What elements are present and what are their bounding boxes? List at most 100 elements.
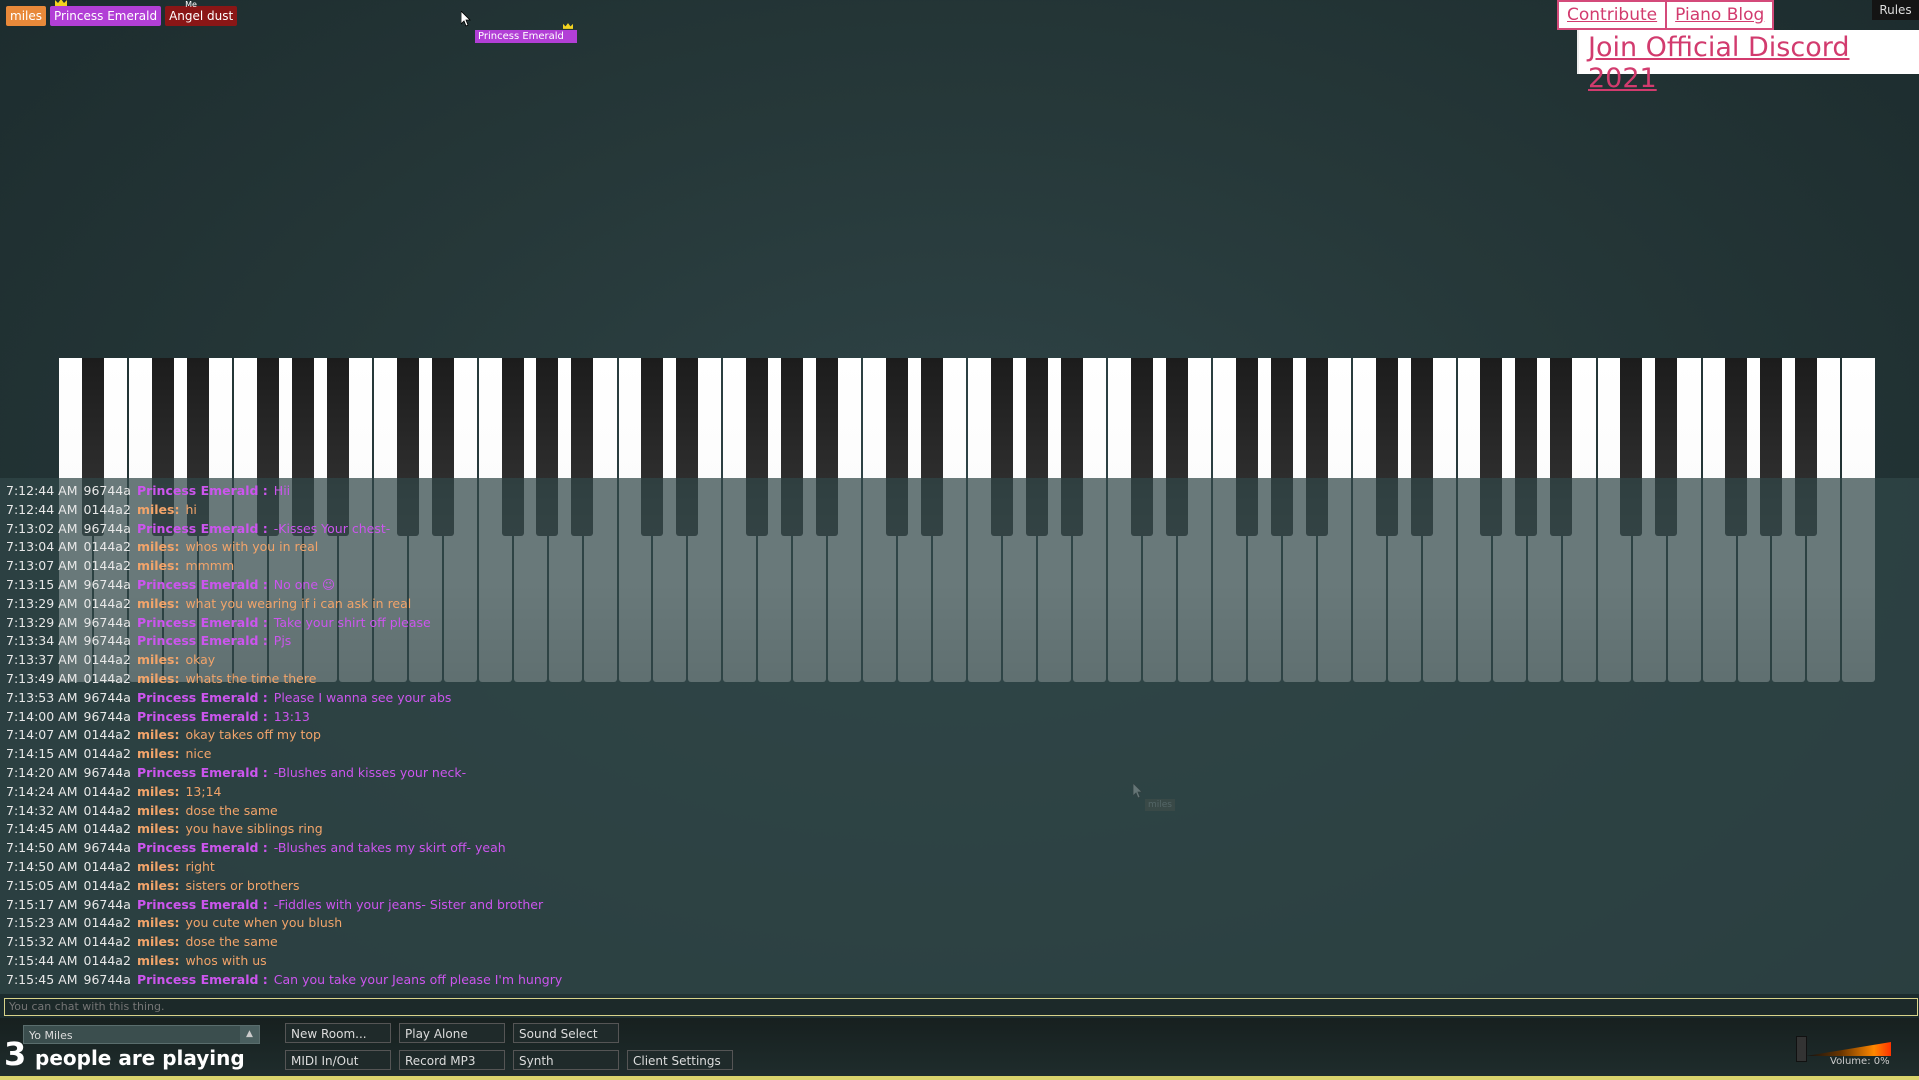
chat-message: 7:15:45 AM 96744a Princess Emerald : Can yo…	[6, 971, 562, 990]
client-settings-button[interactable]: Client Settings	[627, 1050, 733, 1070]
message-time: 7:14:24 AM	[6, 783, 78, 799]
message-time: 7:13:53 AM	[6, 689, 78, 705]
message-nick[interactable]: Princess Emerald :	[137, 521, 268, 536]
message-nick[interactable]: Princess Emerald :	[137, 709, 268, 724]
chat-message: 7:12:44 AM 96744a Princess Emerald : Hii	[6, 482, 562, 501]
piano-blog-link[interactable]: Piano Blog	[1667, 0, 1775, 30]
chevron-up-icon[interactable]: ▲	[240, 1026, 259, 1043]
message-time: 7:14:20 AM	[6, 764, 78, 780]
message-nick[interactable]: Princess Emerald :	[137, 840, 268, 855]
message-user-id: 0144a2	[83, 595, 131, 611]
message-time: 7:12:44 AM	[6, 501, 78, 517]
message-text: sisters or brothers	[185, 877, 300, 893]
message-text: No one 😉	[273, 576, 336, 592]
message-text: hi	[185, 501, 197, 517]
message-nick[interactable]: miles:	[137, 821, 180, 836]
message-text: -Blushes and takes my skirt off- yeah	[273, 840, 506, 856]
chat-message: 7:13:29 AM 0144a2 miles: what you wearing i…	[6, 595, 562, 614]
message-nick[interactable]: miles:	[137, 502, 180, 517]
message-user-id: 0144a2	[83, 783, 131, 799]
message-time: 7:13:37 AM	[6, 652, 78, 668]
message-user-id: 96744a	[83, 633, 131, 649]
message-time: 7:13:49 AM	[6, 670, 78, 686]
rules-button[interactable]: Rules	[1872, 0, 1919, 20]
message-user-id: 0144a2	[83, 858, 131, 874]
discord-link[interactable]: Join Official Discord 2021	[1579, 30, 1919, 94]
room-select[interactable]: Yo Miles ▲	[23, 1025, 260, 1044]
message-text: 13;14	[185, 783, 222, 799]
message-nick[interactable]: Princess Emerald :	[137, 897, 268, 912]
message-nick[interactable]: miles:	[137, 558, 180, 573]
user-tag[interactable]: Princess Emerald	[50, 0, 162, 26]
message-nick[interactable]: miles:	[137, 859, 180, 874]
message-nick[interactable]: Princess Emerald :	[137, 765, 268, 780]
new-room-button[interactable]: New Room...	[285, 1023, 391, 1043]
message-nick[interactable]: miles:	[137, 934, 180, 949]
chat-message: 7:14:45 AM 0144a2 miles: you have siblings …	[6, 820, 562, 839]
message-nick[interactable]: miles:	[137, 915, 180, 930]
user-tag[interactable]: Angel dust Me	[165, 0, 238, 26]
message-text: dose the same	[185, 802, 278, 818]
user-overlay-text: Me	[185, 0, 197, 9]
message-text: you cute when you blush	[185, 915, 343, 931]
message-nick[interactable]: miles:	[137, 953, 180, 968]
message-nick[interactable]: miles:	[137, 727, 180, 742]
message-nick[interactable]: miles:	[137, 539, 180, 554]
message-nick[interactable]: miles:	[137, 784, 180, 799]
message-user-id: 96744a	[83, 576, 131, 592]
play-alone-button[interactable]: Play Alone	[399, 1023, 505, 1043]
message-nick[interactable]: miles:	[137, 671, 180, 686]
message-user-id: 96744a	[83, 708, 131, 724]
volume-knob[interactable]	[1796, 1036, 1807, 1062]
message-time: 7:15:23 AM	[6, 915, 78, 931]
volume-slider[interactable]	[1796, 1036, 1891, 1062]
message-nick[interactable]: Princess Emerald :	[137, 615, 268, 630]
crown-icon	[563, 23, 573, 29]
message-time: 7:14:07 AM	[6, 727, 78, 743]
chat-message: 7:13:15 AM 96744a Princess Emerald : No one…	[6, 576, 562, 595]
mouse-cursor-icon	[461, 11, 471, 27]
record-mp3-button[interactable]: Record MP3	[399, 1050, 505, 1070]
user-name: Angel dust	[169, 9, 234, 23]
discord-banner[interactable]: Join Official Discord 2021	[1577, 30, 1919, 94]
message-nick[interactable]: miles:	[137, 652, 180, 667]
message-text: you have siblings ring	[185, 821, 323, 837]
message-nick[interactable]: miles:	[137, 596, 180, 611]
chat-input[interactable]	[4, 998, 1918, 1016]
message-nick[interactable]: Princess Emerald :	[137, 690, 268, 705]
message-text: what you wearing if i can ask in real	[185, 595, 412, 611]
message-time: 7:13:04 AM	[6, 539, 78, 555]
contribute-link[interactable]: Contribute	[1557, 0, 1668, 30]
message-user-id: 0144a2	[83, 501, 131, 517]
chat-message: 7:15:32 AM 0144a2 miles: dose the same	[6, 933, 562, 952]
message-text: okay	[185, 652, 216, 668]
message-nick[interactable]: Princess Emerald :	[137, 577, 268, 592]
midi-button[interactable]: MIDI In/Out	[285, 1050, 391, 1070]
sound-select-button[interactable]: Sound Select	[513, 1023, 619, 1043]
message-nick[interactable]: miles:	[137, 746, 180, 761]
synth-button[interactable]: Synth	[513, 1050, 619, 1070]
message-nick[interactable]: miles:	[137, 878, 180, 893]
message-text: -Kisses Your chest-	[273, 520, 391, 536]
message-user-id: 96744a	[83, 483, 131, 498]
message-time: 7:15:45 AM	[6, 971, 78, 987]
message-nick[interactable]: Princess Emerald :	[137, 633, 268, 648]
message-nick[interactable]: miles:	[137, 803, 180, 818]
message-text: nice	[185, 746, 212, 762]
message-text: whos with you in real	[185, 539, 319, 555]
message-nick[interactable]: Princess Emerald :	[137, 483, 268, 498]
message-text: Pjs	[273, 633, 292, 649]
message-text: right	[185, 858, 215, 874]
message-user-id: 0144a2	[83, 915, 131, 931]
message-time: 7:15:44 AM	[6, 952, 78, 968]
message-user-id: 96744a	[83, 971, 131, 987]
message-time: 7:14:45 AM	[6, 821, 78, 837]
message-nick[interactable]: Princess Emerald :	[137, 972, 268, 987]
message-user-id: 0144a2	[83, 670, 131, 686]
user-tag[interactable]: miles	[6, 6, 46, 26]
user-name: miles	[10, 9, 42, 23]
message-user-id: 96744a	[83, 689, 131, 705]
chat-message: 7:15:17 AM 96744a Princess Emerald : -Fiddl…	[6, 896, 562, 915]
chat-message: 7:13:04 AM 0144a2 miles: whos with you in r…	[6, 538, 562, 557]
message-text: dose the same	[185, 934, 278, 950]
